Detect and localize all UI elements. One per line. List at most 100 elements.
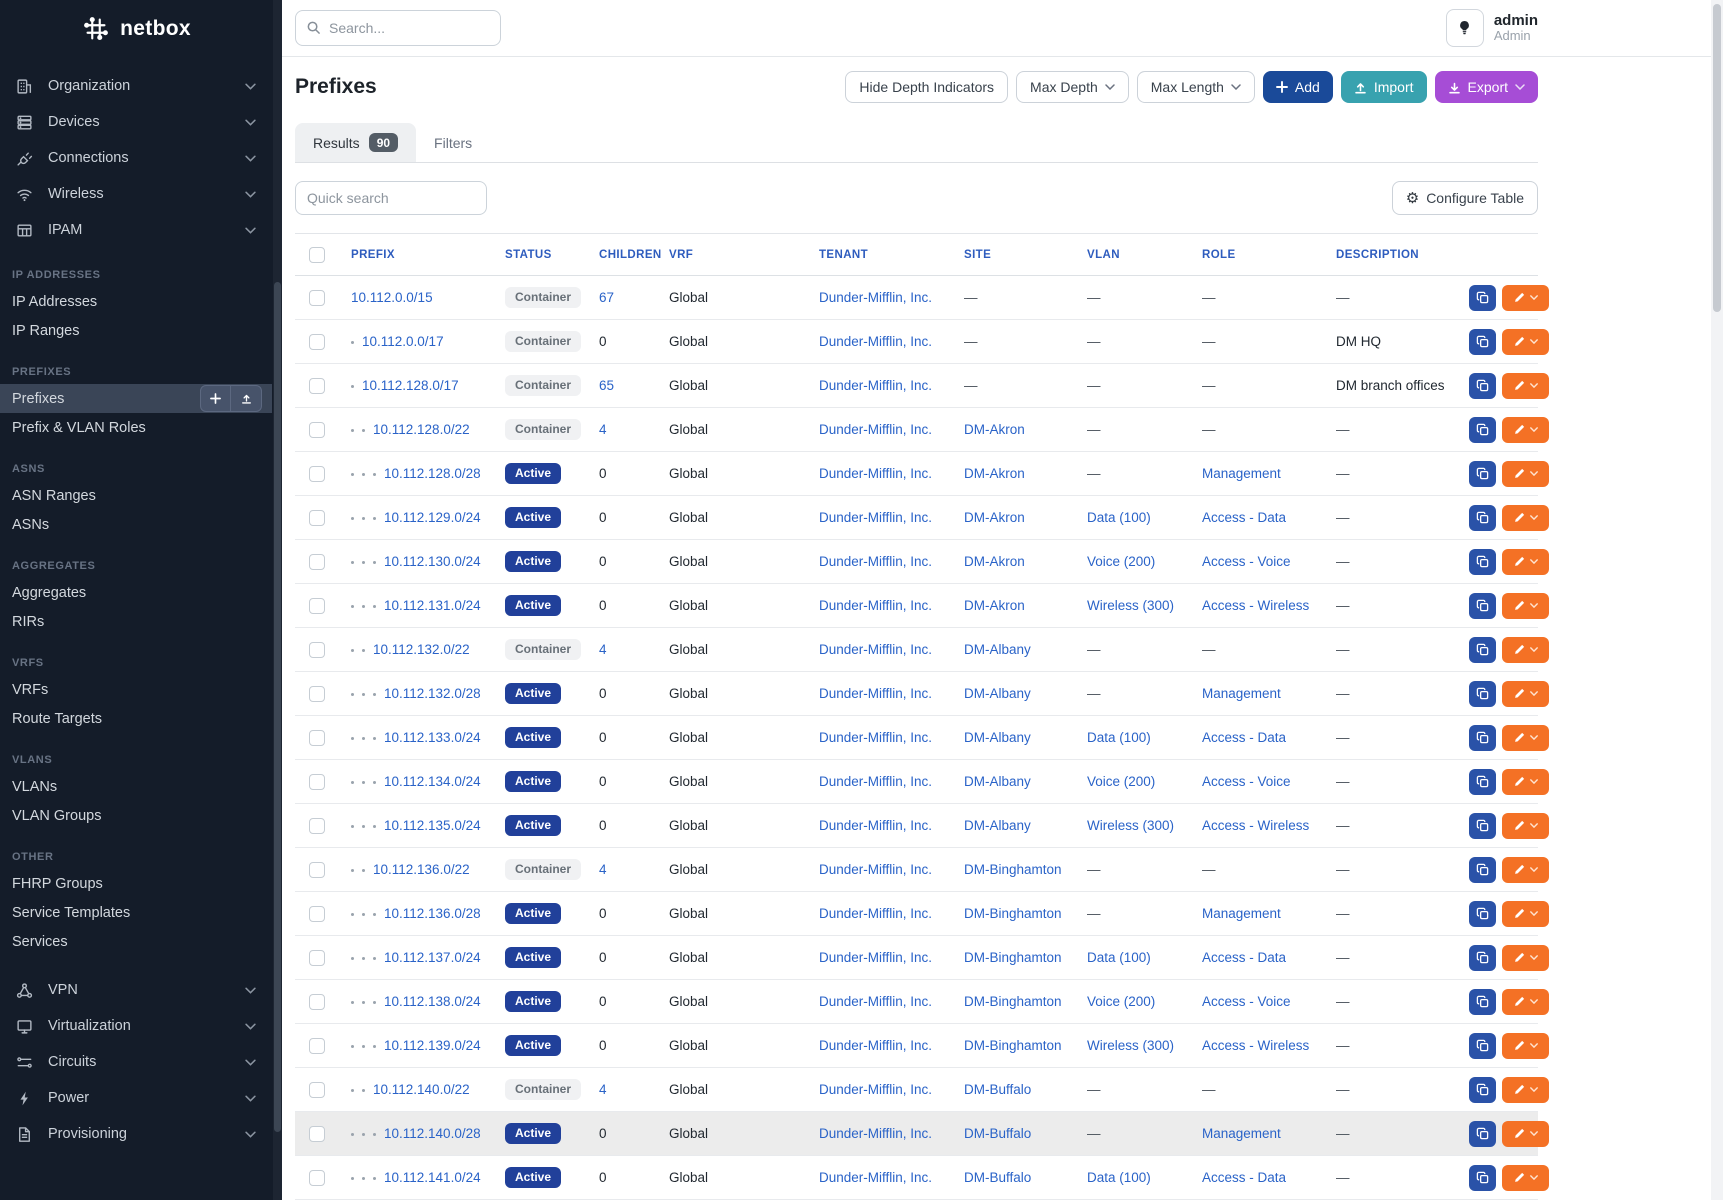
vlan-link[interactable]: Voice (200) [1087, 774, 1155, 789]
row-checkbox[interactable] [309, 290, 325, 306]
import-button[interactable]: Import [1341, 71, 1427, 103]
clone-button[interactable] [1469, 593, 1496, 619]
role-link[interactable]: Access - Data [1202, 950, 1286, 965]
edit-button[interactable] [1502, 989, 1549, 1015]
edit-button[interactable] [1502, 1033, 1549, 1059]
tab-filters[interactable]: Filters [416, 123, 490, 162]
tenant-link[interactable]: Dunder-Mifflin, Inc. [819, 862, 932, 877]
clone-button[interactable] [1469, 1033, 1496, 1059]
prefix-link[interactable]: 10.112.135.0/24 [384, 818, 481, 833]
prefix-link[interactable]: 10.112.136.0/22 [373, 862, 470, 877]
clone-button[interactable] [1469, 1121, 1496, 1147]
sidebar-item-connections[interactable]: Connections [0, 140, 272, 176]
row-checkbox[interactable] [309, 686, 325, 702]
page-scrollbar[interactable] [1711, 0, 1723, 1200]
site-link[interactable]: DM-Binghamton [964, 862, 1062, 877]
vlan-link[interactable]: Wireless (300) [1087, 598, 1174, 613]
site-link[interactable]: DM-Akron [964, 554, 1025, 569]
edit-button[interactable] [1502, 373, 1549, 399]
tab-results[interactable]: Results 90 [295, 123, 416, 162]
tenant-link[interactable]: Dunder-Mifflin, Inc. [819, 686, 932, 701]
row-checkbox[interactable] [309, 378, 325, 394]
tenant-link[interactable]: Dunder-Mifflin, Inc. [819, 598, 932, 613]
site-link[interactable]: DM-Albany [964, 730, 1031, 745]
row-checkbox[interactable] [309, 510, 325, 526]
netbox-logo[interactable]: netbox [0, 0, 272, 58]
prefix-link[interactable]: 10.112.128.0/28 [384, 466, 481, 481]
role-link[interactable]: Access - Wireless [1202, 598, 1309, 613]
edit-button[interactable] [1502, 329, 1549, 355]
edit-button[interactable] [1502, 681, 1549, 707]
clone-button[interactable] [1469, 769, 1496, 795]
site-link[interactable]: DM-Binghamton [964, 994, 1062, 1009]
tenant-link[interactable]: Dunder-Mifflin, Inc. [819, 466, 932, 481]
sidebar-item-aggregates[interactable]: Aggregates [0, 578, 272, 607]
edit-button[interactable] [1502, 549, 1549, 575]
clone-button[interactable] [1469, 901, 1496, 927]
sidebar-item-power[interactable]: Power [0, 1080, 272, 1116]
sidebar-item-vrfs[interactable]: VRFs [0, 675, 272, 704]
prefix-link[interactable]: 10.112.133.0/24 [384, 730, 481, 745]
tenant-link[interactable]: Dunder-Mifflin, Inc. [819, 730, 932, 745]
vlan-link[interactable]: Voice (200) [1087, 994, 1155, 1009]
site-link[interactable]: DM-Akron [964, 510, 1025, 525]
prefix-link[interactable]: 10.112.128.0/17 [362, 378, 459, 393]
tenant-link[interactable]: Dunder-Mifflin, Inc. [819, 994, 932, 1009]
row-checkbox[interactable] [309, 1170, 325, 1186]
site-link[interactable]: DM-Albany [964, 686, 1031, 701]
tenant-link[interactable]: Dunder-Mifflin, Inc. [819, 378, 932, 393]
site-link[interactable]: DM-Akron [964, 466, 1025, 481]
row-checkbox[interactable] [309, 862, 325, 878]
role-link[interactable]: Access - Voice [1202, 774, 1291, 789]
vlan-link[interactable]: Data (100) [1087, 730, 1151, 745]
site-link[interactable]: DM-Akron [964, 422, 1025, 437]
tenant-link[interactable]: Dunder-Mifflin, Inc. [819, 1170, 932, 1185]
sidebar-scrollbar-thumb[interactable] [274, 282, 281, 1132]
sidebar-item-services[interactable]: Services [0, 927, 272, 956]
vlan-link[interactable]: Data (100) [1087, 950, 1151, 965]
clone-button[interactable] [1469, 1077, 1496, 1103]
prefix-link[interactable]: 10.112.0.0/17 [362, 334, 444, 349]
sidebar-item-vlans[interactable]: VLANs [0, 772, 272, 801]
sidebar-item-asns[interactable]: ASNs [0, 510, 272, 539]
sidebar-item-provisioning[interactable]: Provisioning [0, 1116, 272, 1152]
hide-depth-indicators-button[interactable]: Hide Depth Indicators [845, 71, 1008, 103]
children-count-link[interactable]: 4 [599, 862, 607, 877]
prefix-link[interactable]: 10.112.131.0/24 [384, 598, 481, 613]
vlan-link[interactable]: Data (100) [1087, 1170, 1151, 1185]
sidebar-scrollbar[interactable] [273, 0, 282, 1200]
role-link[interactable]: Management [1202, 1126, 1281, 1141]
sidebar-item-ip-addresses[interactable]: IP Addresses [0, 287, 272, 316]
clone-button[interactable] [1469, 681, 1496, 707]
role-link[interactable]: Access - Voice [1202, 994, 1291, 1009]
role-link[interactable]: Access - Data [1202, 1170, 1286, 1185]
prefix-link[interactable]: 10.112.137.0/24 [384, 950, 481, 965]
add-button[interactable]: Add [1263, 71, 1333, 103]
row-checkbox[interactable] [309, 1038, 325, 1054]
row-checkbox[interactable] [309, 906, 325, 922]
role-link[interactable]: Access - Data [1202, 510, 1286, 525]
edit-button[interactable] [1502, 1077, 1549, 1103]
tenant-link[interactable]: Dunder-Mifflin, Inc. [819, 950, 932, 965]
edit-button[interactable] [1502, 461, 1549, 487]
prefix-link[interactable]: 10.112.0.0/15 [351, 290, 433, 305]
role-link[interactable]: Management [1202, 906, 1281, 921]
sidebar-import-prefix-button[interactable] [231, 385, 262, 412]
children-count-link[interactable]: 4 [599, 422, 607, 437]
configure-table-button[interactable]: ⚙ Configure Table [1392, 181, 1538, 215]
max-depth-dropdown[interactable]: Max Depth [1016, 71, 1129, 103]
site-link[interactable]: DM-Akron [964, 598, 1025, 613]
site-link[interactable]: DM-Albany [964, 774, 1031, 789]
clone-button[interactable] [1469, 989, 1496, 1015]
column-header-tenant[interactable]: TENANT [809, 234, 954, 276]
site-link[interactable]: DM-Buffalo [964, 1082, 1031, 1097]
clone-button[interactable] [1469, 945, 1496, 971]
column-header-vlan[interactable]: VLAN [1077, 234, 1192, 276]
sidebar-item-prefix-vlan-roles[interactable]: Prefix & VLAN Roles [0, 413, 272, 442]
quick-search-input[interactable] [295, 181, 487, 215]
vlan-link[interactable]: Voice (200) [1087, 554, 1155, 569]
column-header-children[interactable]: CHILDREN [589, 234, 659, 276]
clone-button[interactable] [1469, 1165, 1496, 1191]
edit-button[interactable] [1502, 857, 1549, 883]
prefix-link[interactable]: 10.112.140.0/22 [373, 1082, 470, 1097]
